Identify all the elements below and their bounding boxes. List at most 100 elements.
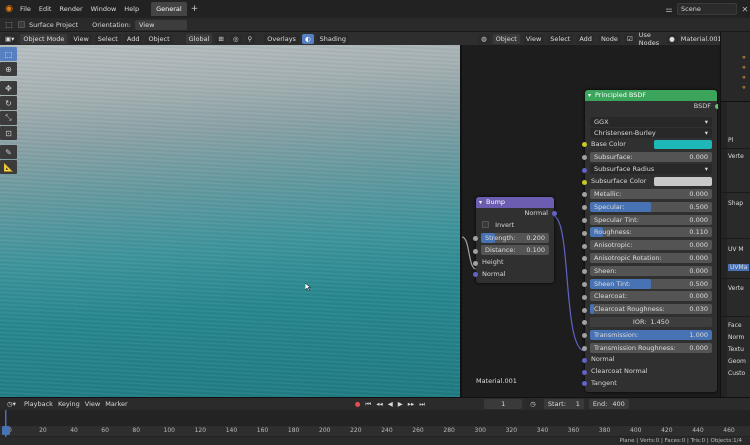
node-tree-type-icon[interactable]: ◍ [478,33,490,44]
distribution-dropdown[interactable]: GGX ▾ [590,116,712,127]
bsdf-slider[interactable]: Sheen: 0.000 [590,265,712,276]
shape-keys-panel[interactable]: Shap [728,200,743,207]
bsdf-slider[interactable]: Anisotropic Rotation: 0.000 [590,252,712,263]
timeline-menu-keying[interactable]: Keying [58,400,80,408]
scene-selector[interactable]: Scene [677,3,737,15]
viewport-menu-add[interactable]: Add [123,33,143,44]
bsdf-slider-socket[interactable] [582,269,587,275]
play-reverse-icon[interactable]: ◀ [388,400,393,408]
bsdf-slider[interactable]: Clearcoat: 0.000 [590,291,712,302]
shading-mode-icon[interactable]: ◐ [301,33,314,44]
menu-render[interactable]: Render [55,2,86,16]
bsdf-slider[interactable]: Anisotropic: 0.000 [590,240,712,251]
bsdf-slider[interactable]: Sheen Tint: 0.500 [590,278,712,289]
prev-keyframe-icon[interactable]: ◂◂ [376,400,383,408]
play-icon[interactable]: ▶ [398,400,403,408]
texture-space-panel[interactable]: Textu [728,346,744,353]
subsurface-color-swatch[interactable] [654,177,712,187]
bsdf-slider-socket[interactable] [582,256,587,262]
ior-socket[interactable] [582,320,587,326]
bump-node[interactable]: Bump Normal Invert Strength: 0.200 Dista… [473,197,557,283]
subsurface-radius-socket[interactable] [582,167,587,173]
rotate-tool-icon[interactable]: ↻ [0,96,17,110]
playhead[interactable] [2,410,10,437]
bsdf-slider-socket[interactable] [582,205,587,211]
timeline-editor-type-icon[interactable]: ◷▾ [4,399,19,409]
subsurface-radius-dropdown[interactable]: Subsurface Radius ▾ [590,164,712,175]
workspace-tab-general[interactable]: General [151,2,187,16]
uv-maps-panel[interactable]: UV M [728,246,744,253]
node-menu-select[interactable]: Select [547,33,574,44]
snap-icon[interactable]: ⊞ [215,33,227,44]
bsdf-slider[interactable]: Roughness: 0.110 [590,227,712,238]
outliner[interactable]: ⚬ ⚬ ⚬ ⚬ [721,32,750,102]
current-frame-field[interactable]: 1 [484,399,523,409]
normal-input-socket[interactable] [582,357,587,363]
menu-edit[interactable]: Edit [35,2,56,16]
face-maps-panel[interactable]: Face [728,322,742,329]
bsdf-slider-socket[interactable] [582,192,587,198]
material-name[interactable]: Material.001 [681,35,722,43]
select-tool-icon[interactable]: ⬚ [4,20,14,30]
bsdf-output-socket[interactable] [715,104,718,110]
node-menu-node[interactable]: Node [597,33,621,44]
bump-invert-checkbox[interactable] [482,221,489,229]
base-color-swatch[interactable] [654,139,712,149]
measure-tool-icon[interactable]: 📐 [0,160,17,174]
use-nodes-checkbox[interactable]: ☑ [623,33,636,44]
close-icon[interactable]: ✕ [740,4,750,14]
surface-project-checkbox[interactable] [18,21,25,28]
ior-field[interactable]: IOR: 1.450 [590,316,712,327]
jump-start-icon[interactable]: ⏮ [365,400,371,409]
shader-type-dropdown[interactable]: Object [492,33,520,44]
bsdf-slider-socket[interactable] [582,307,587,313]
uv-map-item[interactable]: UVMa [728,264,750,271]
proportional-edit-icon[interactable]: ◎ [229,33,242,44]
vertex-groups-panel[interactable]: Verte [728,153,744,160]
bsdf-slider[interactable]: Clearcoat Roughness: 0.030 [590,304,712,315]
clearcoat-normal-socket[interactable] [582,369,587,375]
end-frame-field[interactable]: End: 400 [588,399,629,409]
timeline-menu-marker[interactable]: Marker [105,400,127,408]
next-keyframe-icon[interactable]: ▸▸ [408,400,415,408]
bump-normal-input-socket[interactable] [473,272,478,278]
preview-range-icon[interactable]: ◷ [527,399,539,409]
subsurface-socket[interactable] [582,154,587,160]
timeline-menu-view[interactable]: View [85,400,100,408]
subsurface-method-dropdown[interactable]: Christensen-Burley ▾ [590,127,712,138]
menu-window[interactable]: Window [87,2,121,16]
bsdf-slider-socket[interactable] [582,230,587,236]
add-workspace-button[interactable]: + [187,4,203,14]
bsdf-slider-socket[interactable] [582,217,587,223]
subsurface-slider[interactable]: Subsurface: 0.000 [590,151,712,162]
record-icon[interactable]: ● [355,400,361,408]
normals-panel[interactable]: Norm [728,334,744,341]
jump-end-icon[interactable]: ⏭ [419,400,425,409]
gizmo-icon[interactable]: ⚲ [244,33,256,44]
menu-help[interactable]: Help [120,2,143,16]
shading-button[interactable]: Shading [316,33,350,44]
cursor-tool-icon[interactable]: ⊕ [0,62,17,76]
select-box-tool-icon[interactable]: ⬚ [0,47,17,61]
geometry-data-panel[interactable]: Geom [728,358,746,365]
editor-type-icon[interactable]: ▣▾ [2,33,18,44]
viewport-menu-object[interactable]: Object [145,33,173,44]
mode-dropdown[interactable]: Object Mode [20,33,68,44]
start-frame-field[interactable]: Start: 1 [543,399,584,409]
timeline[interactable]: 0204060801001201401601802002202402602803… [0,410,750,437]
bsdf-node-title[interactable]: Principled BSDF [585,90,717,101]
vertex-colors-panel[interactable]: Verte [728,285,744,292]
bump-distance-slider[interactable]: Distance: 0.100 [481,245,549,256]
3d-viewport[interactable] [0,45,460,397]
properties-tabs[interactable] [721,102,727,397]
tangent-socket[interactable] [582,381,587,387]
bump-height-socket[interactable] [473,260,478,266]
bump-strength-socket[interactable] [473,235,478,241]
principled-bsdf-node[interactable]: Principled BSDF BSDF GGX ▾ Christensen-B… [582,90,718,392]
bsdf-slider-socket[interactable] [582,243,587,249]
menu-file[interactable]: File [16,2,35,16]
scale-tool-icon[interactable]: ⤡ [0,111,17,125]
subsurface-color-socket[interactable] [582,179,587,185]
bsdf-slider[interactable]: Metallic: 0.000 [590,188,712,199]
bsdf-slider-socket[interactable] [582,281,587,287]
